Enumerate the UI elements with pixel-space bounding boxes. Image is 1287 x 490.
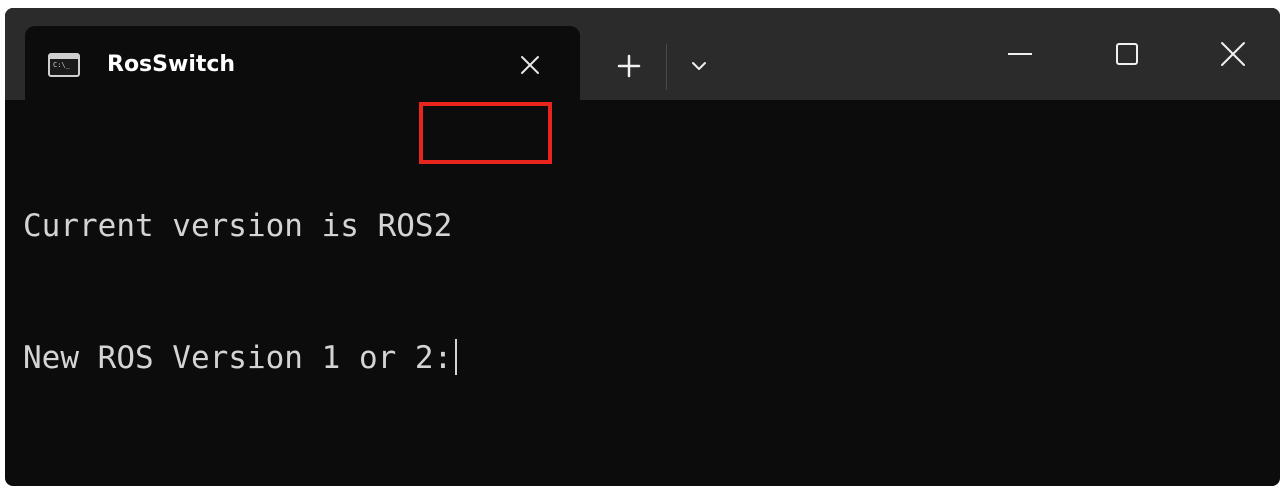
close-icon[interactable] xyxy=(517,52,543,78)
version-text: Current version is xyxy=(23,208,378,244)
tab-title: RosSwitch xyxy=(107,52,236,77)
close-icon[interactable] xyxy=(1211,32,1255,76)
maximize-icon[interactable] xyxy=(1105,32,1149,76)
title-bar: C:\_ RosSwitch xyxy=(5,8,1280,100)
minimize-icon[interactable] xyxy=(998,32,1042,76)
text-cursor xyxy=(455,338,458,375)
terminal-icon: C:\_ xyxy=(48,53,80,77)
highlight-box xyxy=(419,102,552,164)
tab-separator xyxy=(666,44,667,90)
version-value: ROS2 xyxy=(377,208,453,244)
terminal-output[interactable]: Current version is ROS2 New ROS Version … xyxy=(23,116,458,468)
version-prompt: New ROS Version 1 or 2: xyxy=(23,340,453,376)
plus-icon[interactable] xyxy=(609,46,649,86)
tab-rosswitch[interactable]: C:\_ RosSwitch xyxy=(25,26,580,100)
svg-text:C:\_: C:\_ xyxy=(53,61,71,69)
terminal-window: C:\_ RosSwitch Current version is ROS2 N… xyxy=(5,8,1280,486)
chevron-down-icon[interactable] xyxy=(683,50,715,82)
output-line-version: Current version is ROS2 xyxy=(23,204,457,248)
input-prompt-line[interactable]: New ROS Version 1 or 2: xyxy=(23,336,458,380)
